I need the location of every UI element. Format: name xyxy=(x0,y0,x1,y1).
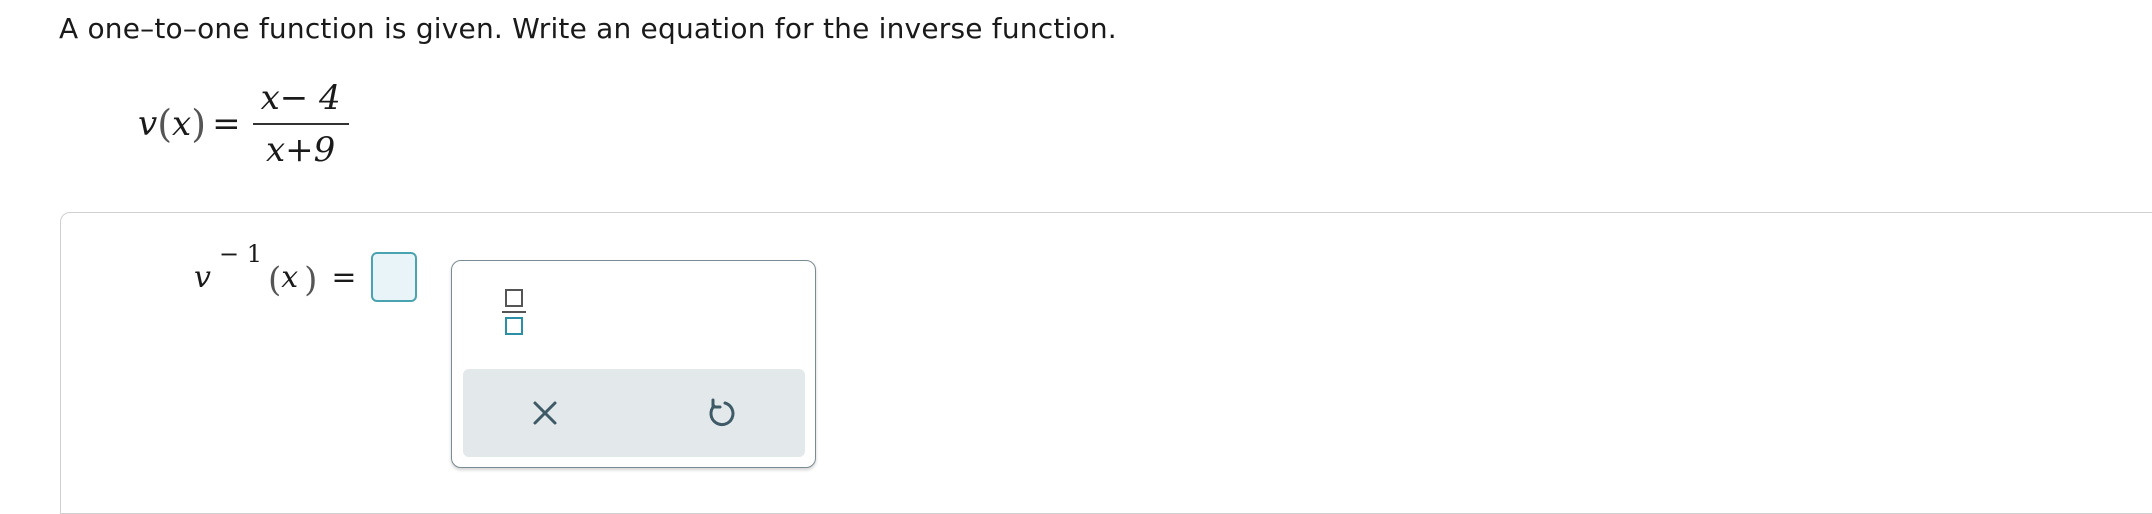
close-paren: ) xyxy=(304,260,318,300)
fraction-template-icon xyxy=(502,283,526,335)
fraction: x− 4 x+9 xyxy=(252,78,349,170)
open-paren: ( xyxy=(267,260,282,300)
undo-icon xyxy=(709,398,735,427)
close-paren: ) xyxy=(191,102,207,146)
equals-sign: = xyxy=(331,260,357,295)
inverse-exponent: − 1 xyxy=(218,240,262,268)
function-name: v xyxy=(138,104,158,144)
question-prompt: A one–to–one function is given. Write an… xyxy=(59,12,1117,45)
given-function: v ( x ) = x− 4 x+9 xyxy=(138,76,349,172)
inverse-variable: x xyxy=(281,260,299,295)
open-paren: ( xyxy=(157,102,173,146)
inverse-function-answer: v − 1 ( x ) = xyxy=(194,240,417,310)
inverse-function-name: v xyxy=(194,260,211,295)
close-icon xyxy=(533,401,557,425)
fraction-numerator: x− 4 xyxy=(260,78,341,118)
answer-input[interactable] xyxy=(370,252,417,302)
clear-button[interactable] xyxy=(525,393,565,433)
equals-sign: = xyxy=(212,104,241,144)
undo-button[interactable] xyxy=(701,393,741,433)
palette-action-bar xyxy=(463,369,805,457)
math-palette xyxy=(451,260,816,468)
function-variable: x xyxy=(172,104,192,144)
fraction-tool-button[interactable] xyxy=(494,283,534,343)
fraction-denominator: x+9 xyxy=(265,130,336,170)
